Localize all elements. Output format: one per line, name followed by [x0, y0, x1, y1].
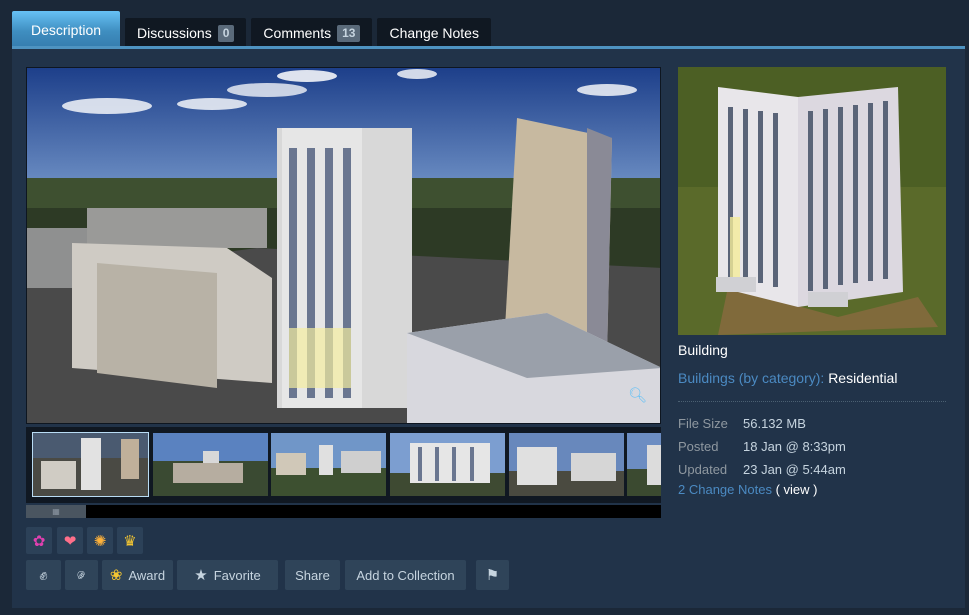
hands-heart-reaction-icon[interactable]: ❤	[57, 527, 83, 554]
thumbnail-strip	[26, 427, 661, 503]
stat-updated: Updated 23 Jan @ 5:44am	[678, 458, 846, 481]
item-title: Building	[678, 342, 728, 358]
thumbnail-1[interactable]	[32, 432, 149, 497]
scrollbar-handle[interactable]: ▦	[26, 505, 86, 518]
trophy-reaction-icon[interactable]: ♛	[117, 527, 143, 554]
city-scene-image	[27, 68, 660, 423]
tab-comments[interactable]: Comments 13	[251, 18, 373, 48]
thumbnail-6[interactable]	[627, 433, 661, 496]
item-stats: File Size 56.132 MB Posted 18 Jan @ 8:33…	[678, 412, 846, 481]
stat-key: Posted	[678, 439, 719, 454]
stat-value: 18 Jan @ 8:33pm	[743, 439, 846, 454]
tab-bar: Description Discussions 0 Comments 13 Ch…	[12, 11, 491, 48]
tab-description[interactable]: Description	[12, 11, 121, 48]
tab-discussions[interactable]: Discussions 0	[125, 18, 247, 48]
thumbnail-5[interactable]	[509, 433, 624, 496]
share-label: Share	[295, 567, 330, 583]
award-icon: ❀	[109, 567, 123, 584]
award-button[interactable]: ❀ Award	[102, 560, 173, 590]
stat-value: 23 Jan @ 5:44am	[743, 462, 846, 477]
thumbs-down-button[interactable]: ✊︎	[65, 560, 98, 590]
star-icon: ★	[194, 567, 208, 584]
category-value[interactable]: Residential	[828, 370, 897, 386]
thumbnail-2[interactable]	[153, 433, 268, 496]
share-button[interactable]: Share	[285, 560, 340, 590]
flag-icon: ⚑	[485, 567, 500, 584]
stat-key: File Size	[678, 416, 728, 431]
stat-key: Updated	[678, 462, 728, 477]
thumbs-down-icon: ✊︎	[77, 566, 86, 584]
tab-change-notes[interactable]: Change Notes	[377, 18, 491, 48]
discussions-count-badge: 0	[217, 24, 235, 42]
zoom-icon[interactable]: 🔍︎	[628, 387, 647, 405]
preview-image	[678, 67, 946, 335]
add-to-collection-label: Add to Collection	[356, 567, 455, 583]
change-notes-link[interactable]: 2 Change Notes	[678, 482, 772, 497]
add-to-collection-button[interactable]: Add to Collection	[345, 560, 466, 590]
favorite-button[interactable]: ★ Favorite	[177, 560, 278, 590]
thumbnail-4[interactable]	[390, 433, 505, 496]
thumbnail-3[interactable]	[271, 433, 386, 496]
thumbnail-scrollbar[interactable]: ▦	[26, 505, 661, 518]
stat-file-size: File Size 56.132 MB	[678, 412, 846, 435]
tab-discussions-label: Discussions	[137, 25, 212, 41]
report-button[interactable]: ⚑	[476, 560, 509, 590]
tab-description-label: Description	[31, 21, 102, 38]
thumbs-up-icon: ✊︎	[39, 566, 48, 584]
divider	[678, 401, 946, 402]
flower-reaction-icon[interactable]: ✿	[26, 527, 52, 554]
tab-change-notes-label: Change Notes	[389, 25, 479, 41]
item-category: Buildings (by category): Residential	[678, 370, 897, 386]
comments-count-badge: 13	[337, 24, 361, 42]
thumbs-up-button[interactable]: ✊︎	[26, 560, 61, 590]
flame-reaction-icon[interactable]: ✺	[87, 527, 113, 554]
stat-posted: Posted 18 Jan @ 8:33pm	[678, 435, 846, 458]
favorite-label: Favorite	[213, 567, 261, 583]
main-screenshot[interactable]	[26, 67, 661, 424]
tab-comments-label: Comments	[263, 25, 332, 41]
change-notes-view-link[interactable]: ( view )	[776, 482, 818, 497]
change-notes: 2 Change Notes ( view )	[678, 482, 817, 497]
stat-value: 56.132 MB	[743, 416, 806, 431]
category-key: Buildings (by category):	[678, 370, 825, 386]
award-label: Award	[128, 567, 166, 583]
